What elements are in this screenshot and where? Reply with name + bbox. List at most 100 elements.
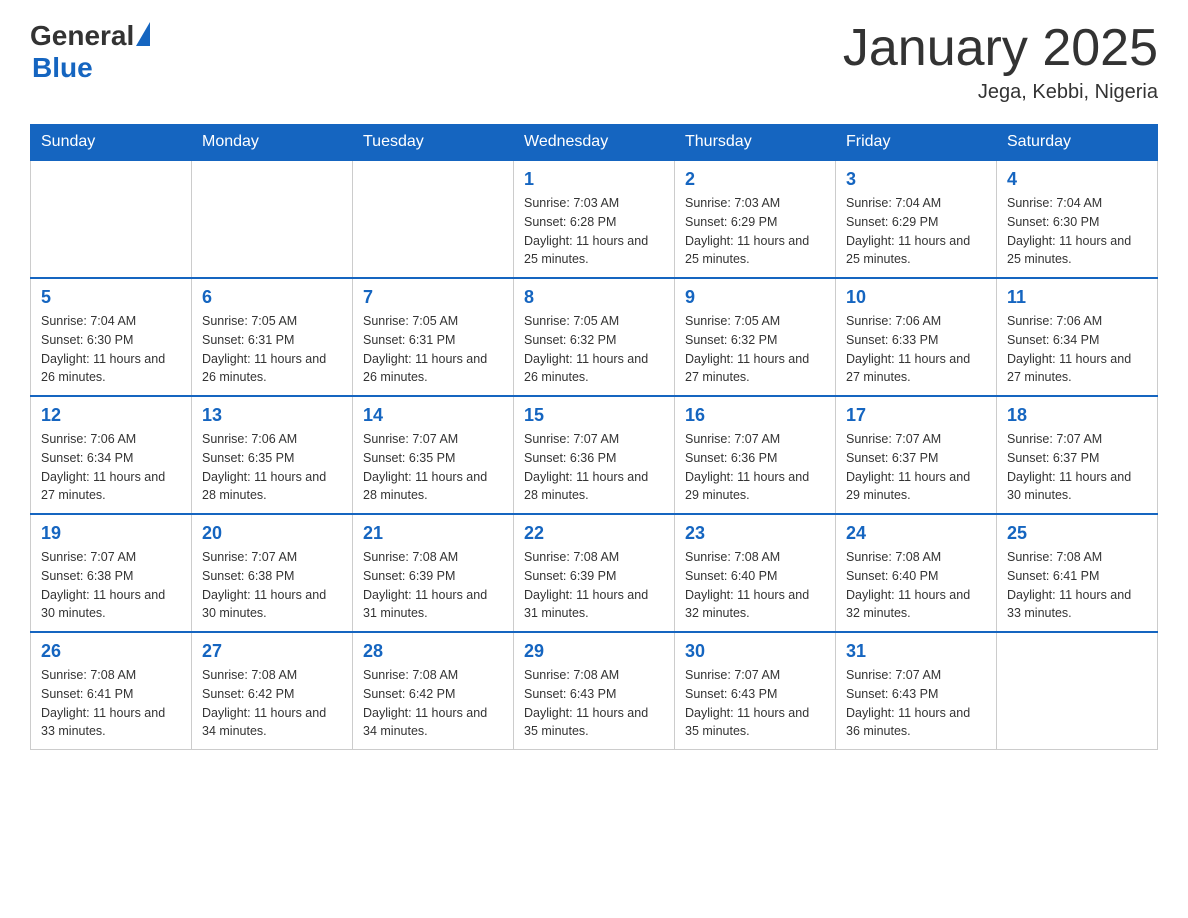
- calendar-cell: 3 Sunrise: 7:04 AM Sunset: 6:29 PM Daylig…: [836, 160, 997, 278]
- day-number: 9: [685, 287, 825, 308]
- calendar-cell: 18 Sunrise: 7:07 AM Sunset: 6:37 PM Dayli…: [997, 396, 1158, 514]
- calendar-cell: 27Sunrise: 7:08 AM Sunset: 6:42 PM Dayli…: [192, 632, 353, 750]
- calendar-week-5: 26 Sunrise: 7:08 AM Sunset: 6:41 PM Dayli…: [31, 632, 1158, 750]
- day-info: Sunrise: 7:06 AM Sunset: 6:34 PM Dayligh…: [41, 430, 181, 505]
- logo-line1: General: [30, 20, 150, 52]
- day-number: 14: [363, 405, 503, 426]
- day-info: Sunrise: 7:07 AM Sunset: 6:38 PM Dayligh…: [41, 548, 181, 623]
- day-info: Sunrise: 7:05 AM Sunset: 6:32 PM Dayligh…: [524, 312, 664, 387]
- weekday-header-row: SundayMondayTuesdayWednesdayThursdayFrid…: [31, 125, 1158, 161]
- day-number: 31: [846, 641, 986, 662]
- calendar-cell: 16 Sunrise: 7:07 AM Sunset: 6:36 PM Dayli…: [675, 396, 836, 514]
- day-info: Sunrise: 7:03 AM Sunset: 6:29 PM Dayligh…: [685, 194, 825, 269]
- calendar-cell: 14 Sunrise: 7:07 AM Sunset: 6:35 PM Dayli…: [353, 396, 514, 514]
- calendar-cell: 30 Sunrise: 7:07 AM Sunset: 6:43 PM Dayli…: [675, 632, 836, 750]
- calendar-cell: 12 Sunrise: 7:06 AM Sunset: 6:34 PM Dayli…: [31, 396, 192, 514]
- day-info: Sunrise: 7:07 AM Sunset: 6:37 PM Dayligh…: [846, 430, 986, 505]
- day-info: Sunrise: 7:04 AM Sunset: 6:30 PM Dayligh…: [41, 312, 181, 387]
- day-info: Sunrise: 7:08 AM Sunset: 6:43 PM Dayligh…: [524, 666, 664, 741]
- day-number: 7: [363, 287, 503, 308]
- calendar-cell: 20 Sunrise: 7:07 AM Sunset: 6:38 PM Dayli…: [192, 514, 353, 632]
- calendar-cell: [997, 632, 1158, 750]
- calendar-week-4: 19 Sunrise: 7:07 AM Sunset: 6:38 PM Dayli…: [31, 514, 1158, 632]
- calendar-cell: 26 Sunrise: 7:08 AM Sunset: 6:41 PM Dayli…: [31, 632, 192, 750]
- page-header: General Blue January 2025 Jega, Kebbi, N…: [30, 20, 1158, 104]
- day-number: 17: [846, 405, 986, 426]
- calendar-week-1: 1 Sunrise: 7:03 AM Sunset: 6:28 PM Daylig…: [31, 160, 1158, 278]
- calendar-cell: 29 Sunrise: 7:08 AM Sunset: 6:43 PM Dayli…: [514, 632, 675, 750]
- weekday-header-wednesday: Wednesday: [514, 125, 675, 161]
- day-info: Sunrise: 7:04 AM Sunset: 6:30 PM Dayligh…: [1007, 194, 1147, 269]
- day-number: 4: [1007, 169, 1147, 190]
- calendar-table: SundayMondayTuesdayWednesdayThursdayFrid…: [30, 124, 1158, 750]
- day-number: 21: [363, 523, 503, 544]
- calendar-week-3: 12 Sunrise: 7:06 AM Sunset: 6:34 PM Dayli…: [31, 396, 1158, 514]
- calendar-cell: [31, 160, 192, 278]
- day-info: Sunrise: 7:08 AM Sunset: 6:41 PM Dayligh…: [41, 666, 181, 741]
- day-number: 24: [846, 523, 986, 544]
- day-info: Sunrise: 7:07 AM Sunset: 6:38 PM Dayligh…: [202, 548, 342, 623]
- calendar-cell: 4 Sunrise: 7:04 AM Sunset: 6:30 PM Daylig…: [997, 160, 1158, 278]
- calendar-cell: 7 Sunrise: 7:05 AM Sunset: 6:31 PM Daylig…: [353, 278, 514, 396]
- logo-blue-text: Blue: [32, 52, 150, 84]
- calendar-header: SundayMondayTuesdayWednesdayThursdayFrid…: [31, 125, 1158, 161]
- day-number: 26: [41, 641, 181, 662]
- calendar-cell: 1 Sunrise: 7:03 AM Sunset: 6:28 PM Daylig…: [514, 160, 675, 278]
- weekday-header-tuesday: Tuesday: [353, 125, 514, 161]
- day-info: Sunrise: 7:05 AM Sunset: 6:31 PM Dayligh…: [363, 312, 503, 387]
- calendar-cell: 25Sunrise: 7:08 AM Sunset: 6:41 PM Dayli…: [997, 514, 1158, 632]
- calendar-cell: 11Sunrise: 7:06 AM Sunset: 6:34 PM Dayli…: [997, 278, 1158, 396]
- day-number: 28: [363, 641, 503, 662]
- day-info: Sunrise: 7:05 AM Sunset: 6:31 PM Dayligh…: [202, 312, 342, 387]
- day-number: 18: [1007, 405, 1147, 426]
- logo-wrapper: General Blue: [30, 20, 150, 84]
- day-info: Sunrise: 7:07 AM Sunset: 6:37 PM Dayligh…: [1007, 430, 1147, 505]
- day-number: 15: [524, 405, 664, 426]
- day-info: Sunrise: 7:08 AM Sunset: 6:39 PM Dayligh…: [524, 548, 664, 623]
- weekday-header-saturday: Saturday: [997, 125, 1158, 161]
- calendar-cell: 2 Sunrise: 7:03 AM Sunset: 6:29 PM Daylig…: [675, 160, 836, 278]
- day-number: 10: [846, 287, 986, 308]
- day-number: 12: [41, 405, 181, 426]
- calendar-cell: 6Sunrise: 7:05 AM Sunset: 6:31 PM Daylig…: [192, 278, 353, 396]
- day-info: Sunrise: 7:07 AM Sunset: 6:43 PM Dayligh…: [685, 666, 825, 741]
- day-number: 30: [685, 641, 825, 662]
- calendar-cell: 17 Sunrise: 7:07 AM Sunset: 6:37 PM Dayli…: [836, 396, 997, 514]
- day-info: Sunrise: 7:08 AM Sunset: 6:41 PM Dayligh…: [1007, 548, 1147, 623]
- calendar-cell: 28 Sunrise: 7:08 AM Sunset: 6:42 PM Dayli…: [353, 632, 514, 750]
- day-info: Sunrise: 7:08 AM Sunset: 6:40 PM Dayligh…: [685, 548, 825, 623]
- day-number: 1: [524, 169, 664, 190]
- calendar-week-2: 5 Sunrise: 7:04 AM Sunset: 6:30 PM Daylig…: [31, 278, 1158, 396]
- day-info: Sunrise: 7:07 AM Sunset: 6:36 PM Dayligh…: [524, 430, 664, 505]
- calendar-cell: 22Sunrise: 7:08 AM Sunset: 6:39 PM Dayli…: [514, 514, 675, 632]
- day-number: 19: [41, 523, 181, 544]
- weekday-header-thursday: Thursday: [675, 125, 836, 161]
- logo-general-text: General: [30, 20, 134, 52]
- calendar-cell: 15 Sunrise: 7:07 AM Sunset: 6:36 PM Dayli…: [514, 396, 675, 514]
- calendar-cell: 5 Sunrise: 7:04 AM Sunset: 6:30 PM Daylig…: [31, 278, 192, 396]
- day-number: 3: [846, 169, 986, 190]
- day-number: 27: [202, 641, 342, 662]
- day-number: 23: [685, 523, 825, 544]
- calendar-cell: [192, 160, 353, 278]
- day-info: Sunrise: 7:06 AM Sunset: 6:35 PM Dayligh…: [202, 430, 342, 505]
- weekday-header-sunday: Sunday: [31, 125, 192, 161]
- day-number: 5: [41, 287, 181, 308]
- title-block: January 2025 Jega, Kebbi, Nigeria: [843, 20, 1158, 104]
- day-info: Sunrise: 7:03 AM Sunset: 6:28 PM Dayligh…: [524, 194, 664, 269]
- calendar-cell: 21Sunrise: 7:08 AM Sunset: 6:39 PM Dayli…: [353, 514, 514, 632]
- day-info: Sunrise: 7:04 AM Sunset: 6:29 PM Dayligh…: [846, 194, 986, 269]
- logo-triangle-icon: [136, 22, 150, 46]
- calendar-cell: [353, 160, 514, 278]
- day-info: Sunrise: 7:07 AM Sunset: 6:36 PM Dayligh…: [685, 430, 825, 505]
- day-number: 16: [685, 405, 825, 426]
- calendar-cell: 23 Sunrise: 7:08 AM Sunset: 6:40 PM Dayli…: [675, 514, 836, 632]
- day-info: Sunrise: 7:07 AM Sunset: 6:35 PM Dayligh…: [363, 430, 503, 505]
- day-info: Sunrise: 7:08 AM Sunset: 6:42 PM Dayligh…: [363, 666, 503, 741]
- day-info: Sunrise: 7:06 AM Sunset: 6:33 PM Dayligh…: [846, 312, 986, 387]
- day-number: 29: [524, 641, 664, 662]
- day-number: 20: [202, 523, 342, 544]
- calendar-cell: 8Sunrise: 7:05 AM Sunset: 6:32 PM Daylig…: [514, 278, 675, 396]
- day-number: 2: [685, 169, 825, 190]
- day-number: 11: [1007, 287, 1147, 308]
